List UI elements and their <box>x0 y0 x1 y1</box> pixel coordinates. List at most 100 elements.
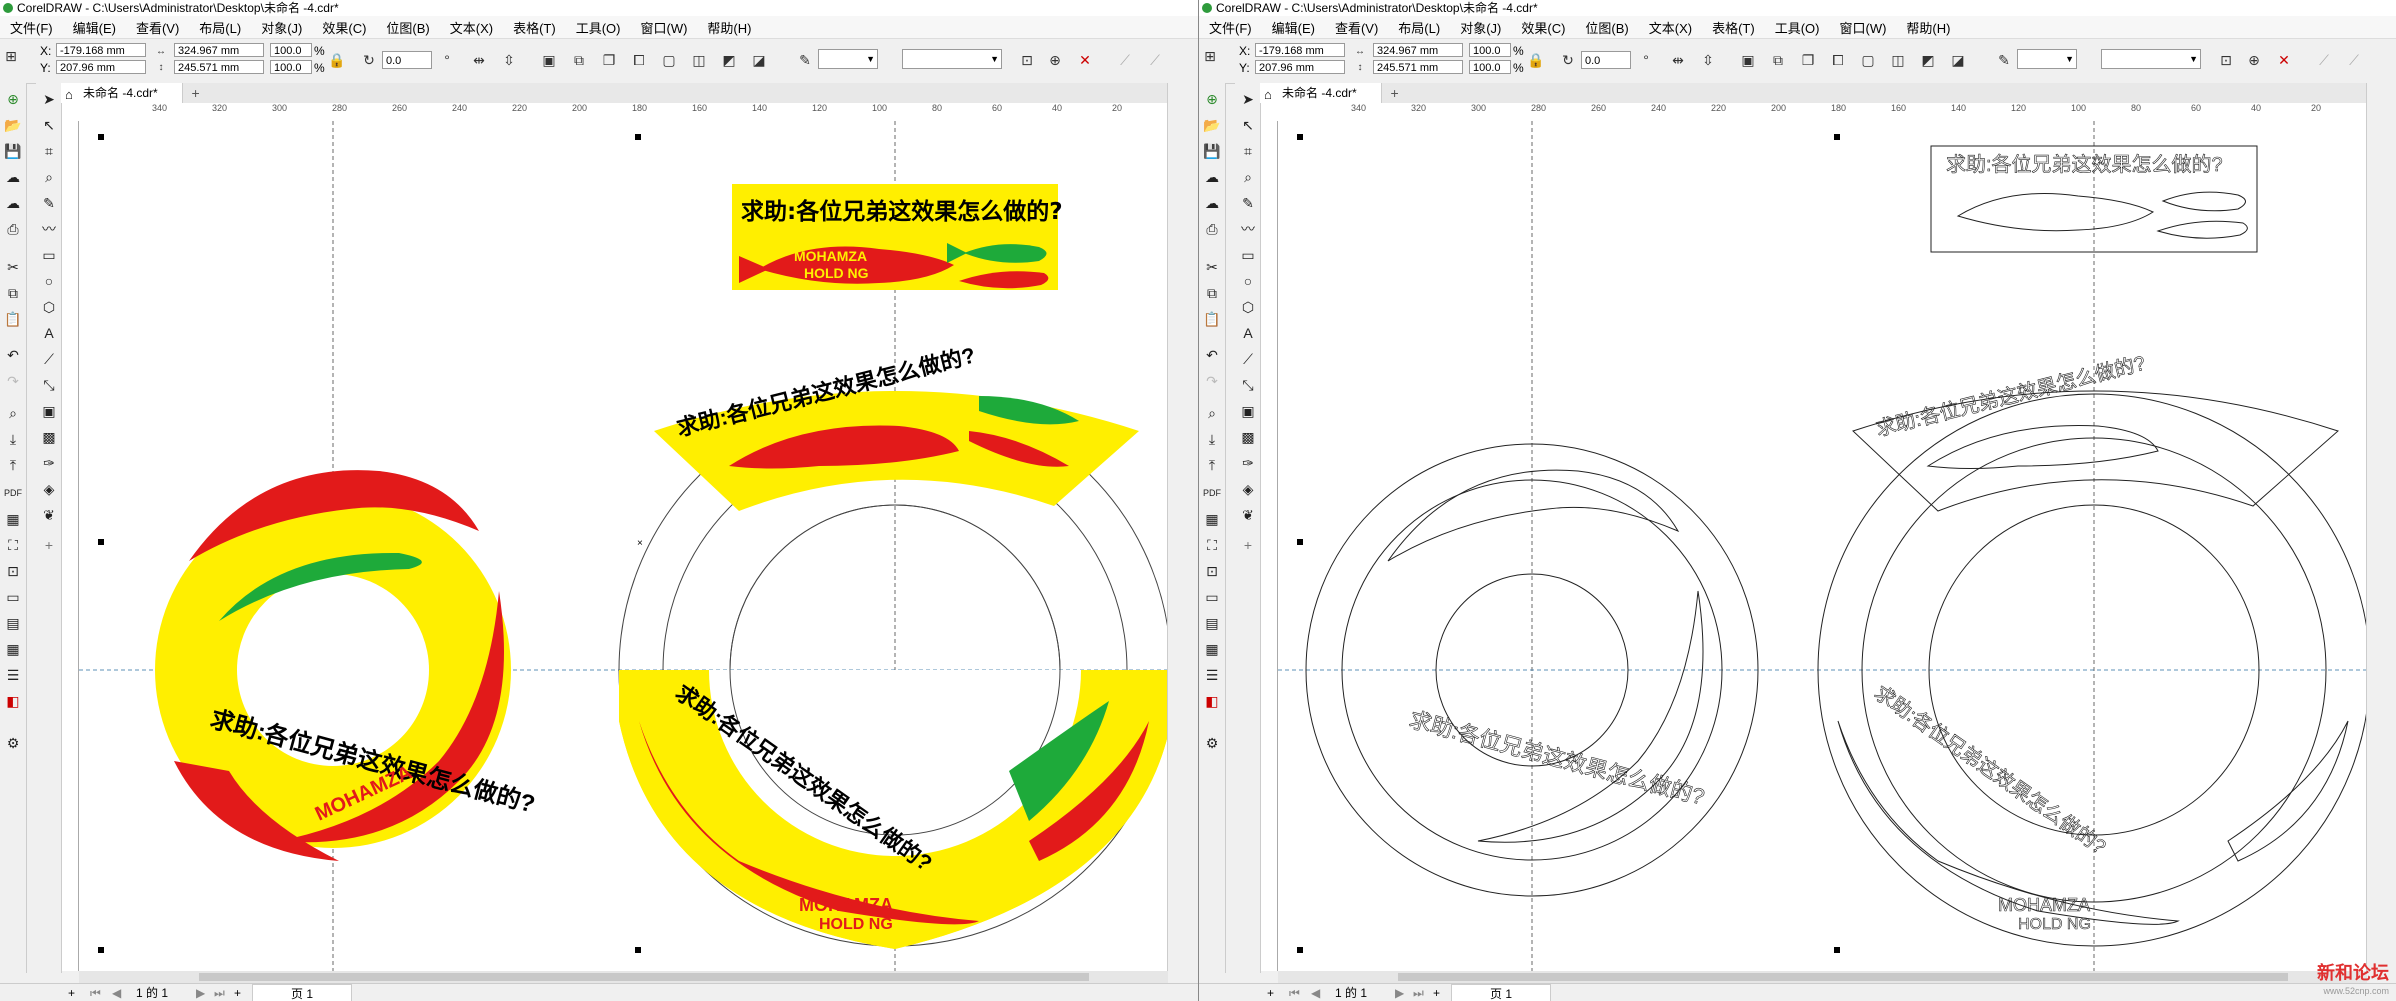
new-document-icon[interactable]: ⊕ <box>4 89 22 109</box>
first-page-icon[interactable]: ⏮ <box>1289 984 1300 1001</box>
layout-icon[interactable]: ▤ <box>1203 613 1221 633</box>
rectangle-tool-icon[interactable]: ▭ <box>40 245 58 265</box>
menu-bitmap[interactable]: 位图(B) <box>376 18 439 37</box>
rectangle-tool-icon[interactable]: ▭ <box>1239 245 1257 265</box>
copy-icon[interactable]: ⧉ <box>1203 283 1221 303</box>
menu-view[interactable]: 查看(V) <box>126 18 189 37</box>
trim-icon[interactable]: ◫ <box>690 51 708 69</box>
import-icon[interactable]: ⤓ <box>1203 429 1221 449</box>
outline-width-dropdown[interactable]: ▼ <box>2017 49 2077 69</box>
scrollbar-thumb[interactable] <box>1398 973 2288 981</box>
clear-transform-icon[interactable]: ✕ <box>2275 51 2293 69</box>
cloud-download-icon[interactable]: ☁ <box>4 193 22 213</box>
export-icon[interactable]: ⤒ <box>1203 455 1221 475</box>
cloud-upload-icon[interactable]: ☁ <box>1203 167 1221 187</box>
ellipse-tool-icon[interactable]: ○ <box>1239 271 1257 291</box>
gear-icon[interactable]: ⚙ <box>1203 733 1221 753</box>
menu-tools[interactable]: 工具(O) <box>1765 18 1830 37</box>
eyedropper-icon[interactable]: ✑ <box>40 453 58 473</box>
shape-tool-icon[interactable]: ↖ <box>40 115 58 135</box>
drawing-canvas-wireframe[interactable]: 求助:各位兄弟这效果怎么做的? 求助:各位兄弟这效果怎么做的? 求助:各位兄弟这… <box>1278 121 2367 971</box>
last-page-icon[interactable]: ⏭ <box>214 984 225 1001</box>
height-field[interactable]: 245.571 mm <box>174 60 264 74</box>
menu-effects[interactable]: 效果(C) <box>312 18 376 37</box>
connector-icon[interactable]: ⤡ <box>40 375 58 395</box>
polygon-tool-icon[interactable]: ⬡ <box>1239 297 1257 317</box>
add-tool-icon[interactable]: + <box>40 535 58 555</box>
grid-icon[interactable]: ▦ <box>1203 509 1221 529</box>
open-icon[interactable]: 📂 <box>1203 115 1221 135</box>
zoom-tool-icon[interactable]: ⌕ <box>40 167 58 187</box>
horizontal-scrollbar[interactable] <box>79 971 1168 983</box>
snap-icon[interactable]: ▭ <box>4 587 22 607</box>
menu-edit[interactable]: 编辑(E) <box>1262 18 1325 37</box>
menu-table[interactable]: 表格(T) <box>503 18 566 37</box>
scale-y-field[interactable]: 100.0 <box>1469 60 1511 74</box>
fill-tool-icon[interactable]: ◈ <box>40 479 58 499</box>
new-tab-icon[interactable]: + <box>1391 83 1399 103</box>
simplify-icon[interactable]: ◪ <box>750 51 768 69</box>
settings-icon[interactable]: ☰ <box>4 665 22 685</box>
new-tab-icon[interactable]: + <box>192 83 200 103</box>
pdf-icon[interactable]: PDF <box>4 483 22 503</box>
lock-ratio-icon[interactable]: 🔒 <box>1527 51 1545 69</box>
pdf-icon[interactable]: PDF <box>1203 483 1221 503</box>
angle-field[interactable]: 0.0 <box>1581 51 1631 69</box>
home-icon[interactable]: ⌂ <box>1264 85 1272 105</box>
vertical-ruler[interactable] <box>62 121 79 971</box>
layout-icon[interactable]: ▤ <box>4 613 22 633</box>
prev-page-icon[interactable]: ◀ <box>1311 984 1320 1001</box>
next-page-icon[interactable]: ▶ <box>1395 984 1404 1001</box>
menu-text[interactable]: 文本(X) <box>1639 18 1702 37</box>
lock-ratio-icon[interactable]: 🔒 <box>328 51 346 69</box>
eyedropper-icon[interactable]: ✑ <box>1239 453 1257 473</box>
connector-icon[interactable]: ⤡ <box>1239 375 1257 395</box>
crop-tool-icon[interactable]: ⌗ <box>1239 141 1257 161</box>
prev-page-icon[interactable]: ◀ <box>112 984 121 1001</box>
wrap-text-icon[interactable]: ⊡ <box>2217 51 2235 69</box>
line-style-dropdown[interactable]: ▼ <box>2101 49 2201 69</box>
add-tool-icon[interactable]: + <box>1239 535 1257 555</box>
print-icon[interactable]: ⎙ <box>4 219 22 239</box>
quick-customize-icon[interactable]: ⊕ <box>2245 51 2263 69</box>
add-page-icon[interactable]: + <box>1267 984 1274 1001</box>
polygon-tool-icon[interactable]: ⬡ <box>40 297 58 317</box>
y-position-field[interactable]: 207.96 mm <box>1255 60 1345 74</box>
outline-width-dropdown[interactable]: ▼ <box>818 49 878 69</box>
reference-point-icon[interactable]: ⊞ <box>2 47 20 65</box>
break-apart-icon[interactable]: ⧠ <box>1829 51 1847 69</box>
table-icon[interactable]: ▦ <box>1203 639 1221 659</box>
menu-file[interactable]: 文件(F) <box>1199 18 1262 37</box>
transparency-icon[interactable]: ▩ <box>1239 427 1257 447</box>
color-icon[interactable]: ◧ <box>4 691 22 711</box>
document-tab[interactable]: ⌂ 未命名 -4.cdr* + <box>1260 83 1399 105</box>
snap-icon[interactable]: ▭ <box>1203 587 1221 607</box>
reference-point-icon[interactable]: ⊞ <box>1201 47 1219 65</box>
menu-view[interactable]: 查看(V) <box>1325 18 1388 37</box>
page-tab[interactable]: 页 1 <box>252 984 352 1001</box>
angle-field[interactable]: 0.0 <box>382 51 432 69</box>
transparency-icon[interactable]: ▩ <box>40 427 58 447</box>
ungroup-icon[interactable]: ⧉ <box>570 51 588 69</box>
fill-tool-icon[interactable]: ◈ <box>1239 479 1257 499</box>
freehand-tool-icon[interactable]: ✎ <box>40 193 58 213</box>
menu-effects[interactable]: 效果(C) <box>1511 18 1575 37</box>
weld-icon[interactable]: ▢ <box>660 51 678 69</box>
home-icon[interactable]: ⌂ <box>65 85 73 105</box>
page-tab[interactable]: 页 1 <box>1451 984 1551 1001</box>
undo-icon[interactable]: ↶ <box>1203 345 1221 365</box>
settings-icon[interactable]: ☰ <box>1203 665 1221 685</box>
menu-object[interactable]: 对象(J) <box>251 18 312 37</box>
horizontal-ruler[interactable]: 340 320 300 280 260 240 220 200 180 160 … <box>1261 103 2367 122</box>
vertical-ruler[interactable] <box>1261 121 1278 971</box>
add-page-icon[interactable]: + <box>68 984 75 1001</box>
search-icon[interactable]: ⌕ <box>4 403 22 423</box>
cloud-download-icon[interactable]: ☁ <box>1203 193 1221 213</box>
print-icon[interactable]: ⎙ <box>1203 219 1221 239</box>
weld-icon[interactable]: ▢ <box>1859 51 1877 69</box>
mirror-h-icon[interactable]: ⇹ <box>470 51 488 69</box>
mirror-v-icon[interactable]: ⇳ <box>1699 51 1717 69</box>
ellipse-tool-icon[interactable]: ○ <box>40 271 58 291</box>
combine-icon[interactable]: ❐ <box>1799 51 1817 69</box>
table-icon[interactable]: ▦ <box>4 639 22 659</box>
